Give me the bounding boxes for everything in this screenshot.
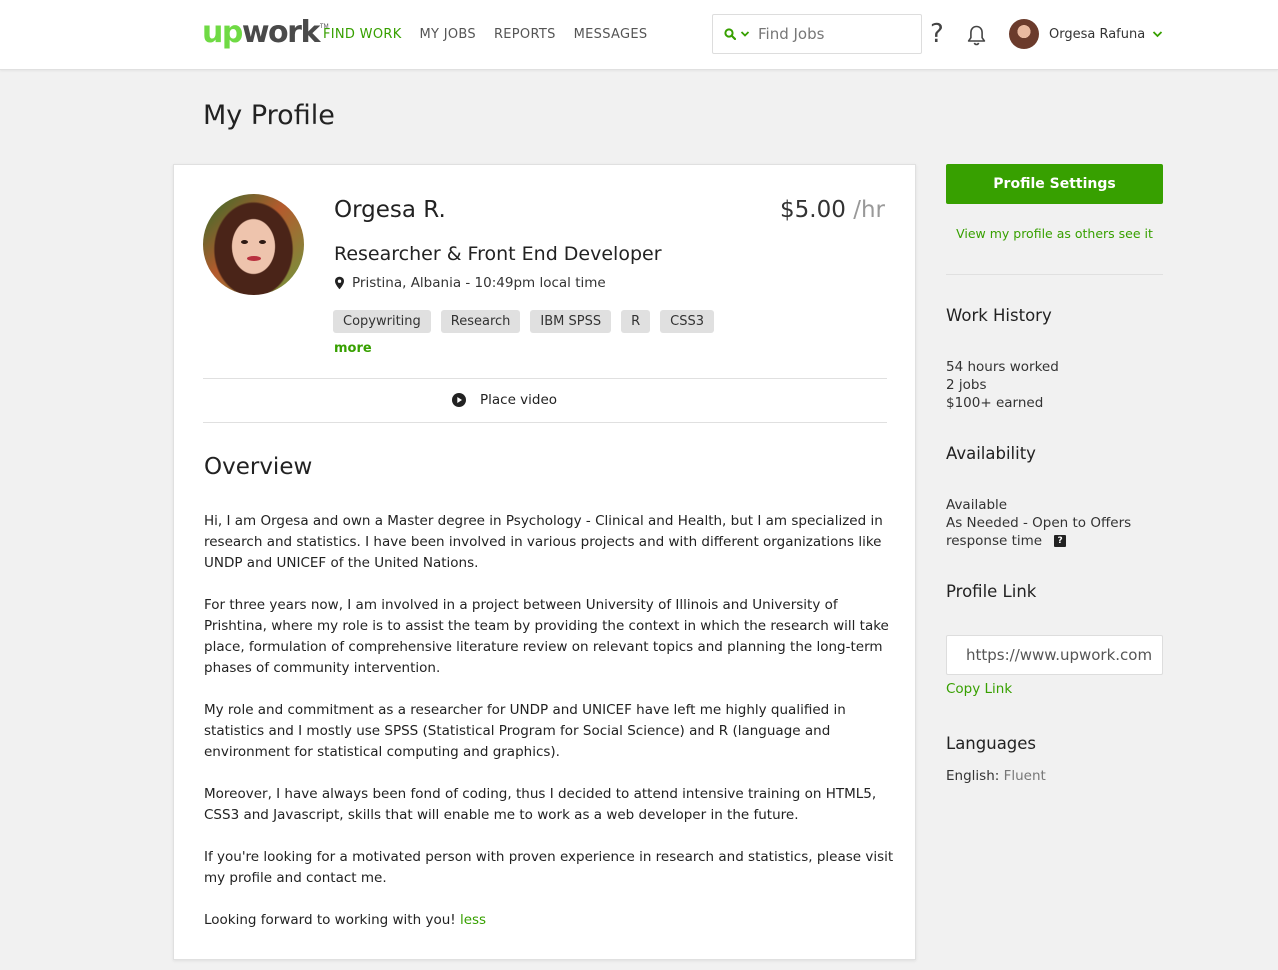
less-link[interactable]: less — [460, 912, 486, 928]
overview-paragraph: Moreover, I have always been fond of cod… — [204, 786, 877, 823]
main-nav: FIND WORK MY JOBS REPORTS MESSAGES — [323, 27, 665, 42]
language-item: English: Fluent — [946, 767, 1046, 785]
work-history-stats: 54 hours worked 2 jobs $100+ earned — [946, 358, 1059, 412]
availability-title: Availability — [946, 444, 1036, 463]
language-name: English: — [946, 768, 1000, 784]
overview-title: Overview — [204, 454, 313, 480]
overview-paragraph: Hi, I am Orgesa and own a Master degree … — [204, 513, 883, 571]
overview-paragraph: Looking forward to working with you! — [204, 912, 456, 928]
profile-card: Orgesa R. $5.00 /hr Researcher & Front E… — [173, 164, 916, 960]
language-level: Fluent — [1003, 768, 1046, 784]
profile-name: Orgesa R. — [334, 197, 446, 223]
divider — [946, 274, 1163, 275]
hours-worked: 54 hours worked — [946, 359, 1059, 375]
rate-unit: /hr — [853, 197, 885, 223]
overview-body: Hi, I am Orgesa and own a Master degree … — [204, 511, 894, 952]
profile-settings-button[interactable]: Profile Settings — [946, 164, 1163, 204]
overview-paragraph: My role and commitment as a researcher f… — [204, 702, 846, 760]
place-video-label: Place video — [480, 392, 558, 408]
nav-find-work[interactable]: FIND WORK — [323, 27, 402, 42]
location-pin-icon — [335, 276, 344, 290]
skill-tag[interactable]: Research — [440, 310, 521, 333]
logo-up: up — [202, 15, 243, 50]
languages-title: Languages — [946, 734, 1037, 753]
logo-work: work — [241, 15, 321, 50]
search-input[interactable] — [758, 25, 908, 43]
profile-link-field[interactable] — [946, 635, 1163, 675]
work-history-title: Work History — [946, 306, 1052, 325]
skill-tag[interactable]: Copywriting — [333, 310, 431, 333]
place-video-button[interactable]: Place video — [452, 392, 557, 408]
more-skills-link[interactable]: more — [334, 341, 372, 356]
help-icon[interactable]: ? — [1054, 535, 1067, 547]
location-text: Pristina, Albania - 10:49pm local time — [352, 275, 606, 291]
user-name[interactable]: Orgesa Rafuna — [1049, 27, 1145, 42]
overview-paragraph: For three years now, I am involved in a … — [204, 597, 889, 676]
divider — [203, 422, 887, 423]
notifications-bell-icon[interactable] — [966, 24, 987, 46]
availability-info: Available As Needed - Open to Offers res… — [946, 496, 1131, 550]
response-time-label: response time — [946, 533, 1043, 549]
user-menu-chevron-icon[interactable] — [1152, 30, 1163, 39]
overview-paragraph: If you're looking for a motivated person… — [204, 849, 894, 886]
overview-last-paragraph: Looking forward to working with you! les… — [204, 910, 894, 931]
nav-reports[interactable]: REPORTS — [494, 27, 556, 42]
skill-tag[interactable]: R — [621, 310, 651, 333]
search-dropdown-chevron-icon[interactable] — [740, 29, 750, 39]
hourly-rate: $5.00 /hr — [780, 197, 885, 223]
page-title: My Profile — [203, 100, 335, 131]
jobs-count: 2 jobs — [946, 377, 987, 393]
skill-tag[interactable]: IBM SPSS — [530, 310, 612, 333]
skills-list: Copywriting Research IBM SPSS R CSS3 — [333, 310, 724, 333]
availability-status: Available — [946, 497, 1008, 513]
profile-link-title: Profile Link — [946, 582, 1037, 601]
profile-avatar — [203, 194, 304, 295]
copy-link-button[interactable]: Copy Link — [946, 681, 1012, 697]
upwork-logo[interactable]: up work TM — [202, 16, 329, 50]
help-icon[interactable]: ? — [930, 20, 944, 48]
search-icon[interactable] — [724, 28, 736, 40]
skill-tag[interactable]: CSS3 — [660, 310, 715, 333]
rate-value: $5.00 — [780, 197, 846, 223]
view-profile-as-others-link[interactable]: View my profile as others see it — [946, 226, 1163, 241]
play-icon — [452, 393, 466, 407]
response-time-row: response time? — [946, 532, 1131, 550]
nav-my-jobs[interactable]: MY JOBS — [420, 27, 476, 42]
top-navigation-bar: up work TM FIND WORK MY JOBS REPORTS MESSA… — [0, 0, 1278, 70]
amount-earned: $100+ earned — [946, 395, 1044, 411]
availability-detail: As Needed - Open to Offers — [946, 515, 1132, 531]
search-bar[interactable] — [712, 14, 922, 54]
divider — [203, 378, 887, 379]
nav-messages[interactable]: MESSAGES — [574, 27, 648, 42]
user-avatar[interactable] — [1009, 19, 1039, 49]
profile-location: Pristina, Albania - 10:49pm local time — [334, 275, 606, 291]
profile-title: Researcher & Front End Developer — [334, 243, 662, 265]
